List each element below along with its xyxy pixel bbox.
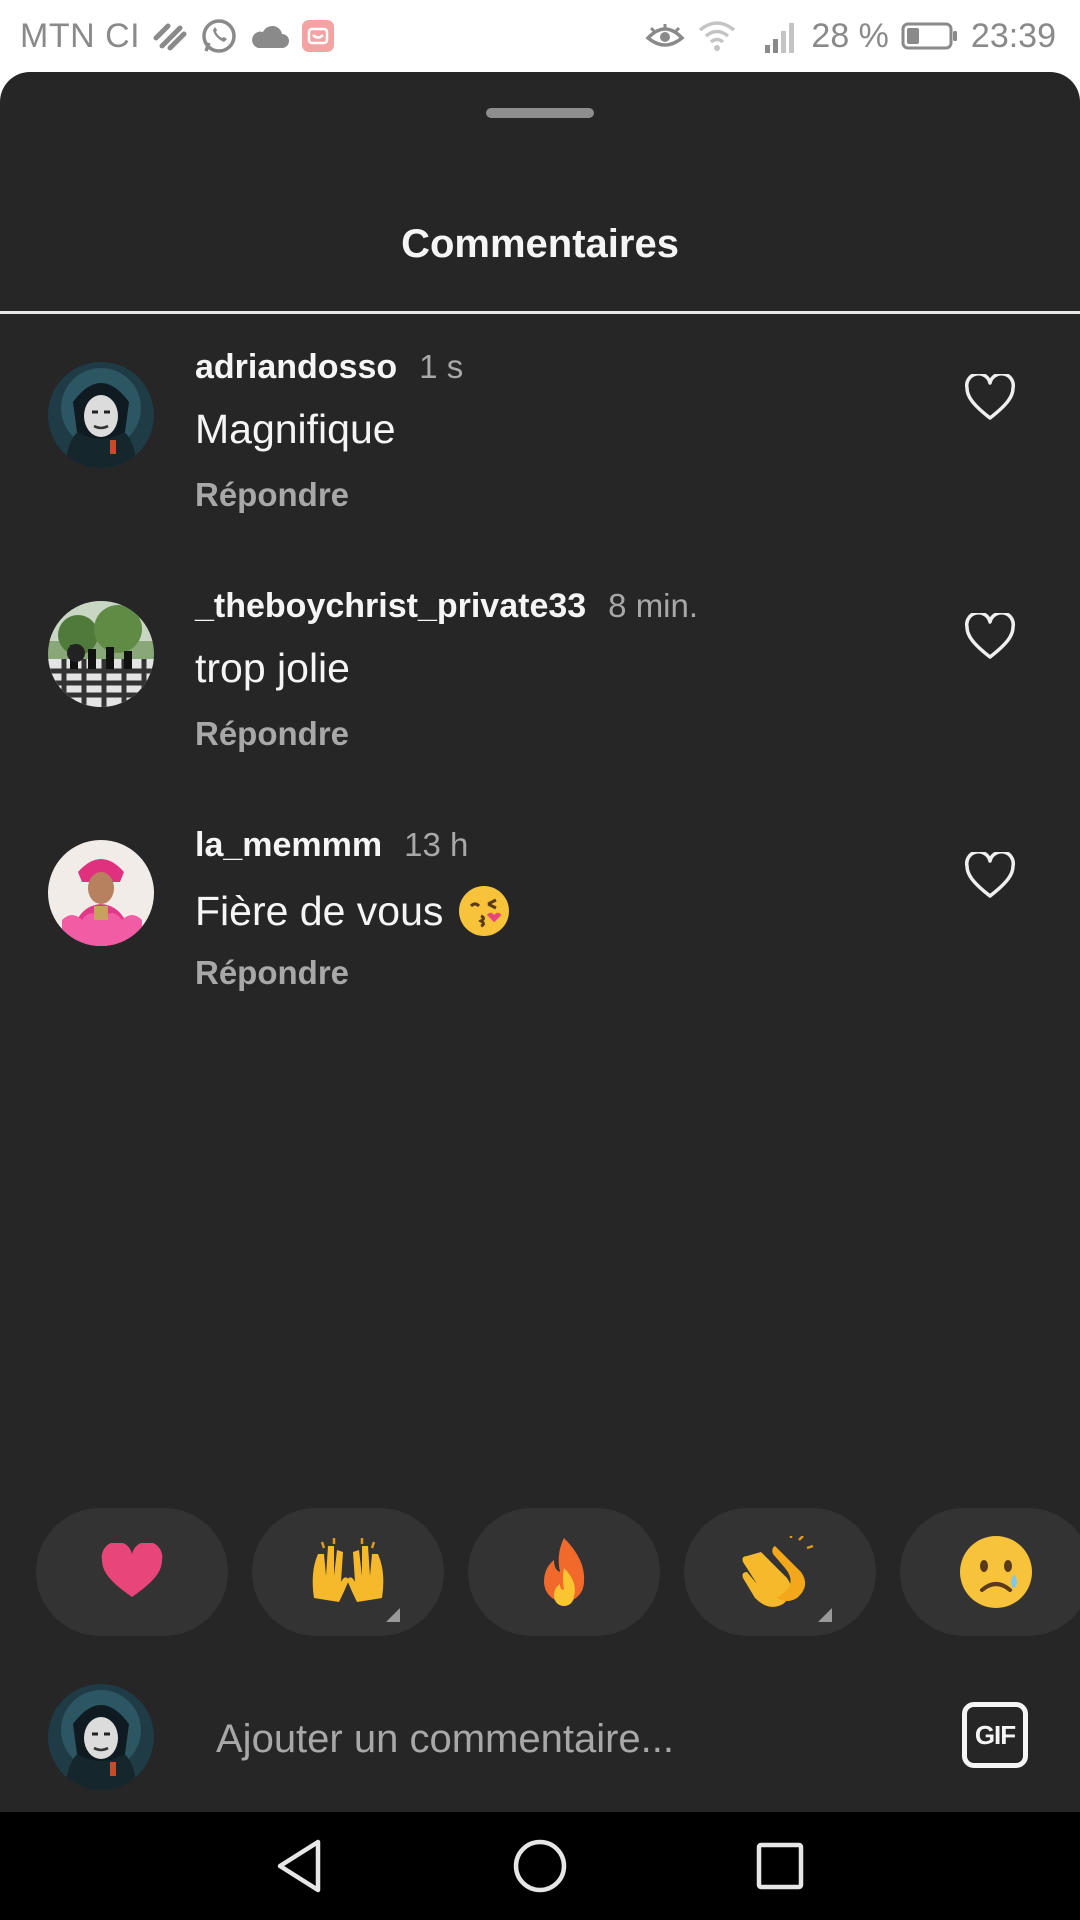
signal-icon — [763, 19, 799, 53]
raising-hands-emoji-icon — [312, 1538, 384, 1602]
reaction-fire-button[interactable] — [468, 1508, 660, 1636]
comment-username[interactable]: _theboychrist_private33 — [195, 587, 586, 626]
quick-reactions-bar — [0, 1508, 1080, 1636]
whatsapp-icon — [200, 17, 238, 55]
clock: 23:39 — [970, 16, 1056, 55]
drag-handle[interactable] — [486, 108, 594, 118]
comment-input[interactable] — [216, 1706, 916, 1772]
like-heart-icon[interactable] — [964, 372, 1016, 422]
carrier-name: MTN CI — [20, 16, 141, 55]
reply-button[interactable]: Répondre — [195, 954, 349, 992]
cloud-icon — [250, 22, 290, 50]
reaction-raising-hands-button[interactable] — [252, 1508, 444, 1636]
comment-text-content: trop jolie — [195, 645, 350, 691]
sheet-title: Commentaires — [401, 222, 679, 266]
clapping-hands-emoji-icon — [742, 1536, 814, 1607]
system-navigation-bar — [0, 1812, 1080, 1920]
current-user-avatar — [48, 1684, 154, 1790]
comment-username[interactable]: la_memmm — [195, 826, 382, 865]
comment-meta: la_memmm 13 h — [195, 826, 468, 865]
comment-item: _theboychrist_private33 8 min. trop joli… — [0, 587, 1080, 787]
vibe-icon — [152, 20, 188, 52]
more-variants-indicator — [386, 1608, 400, 1622]
title-divider — [0, 311, 1080, 314]
battery-percent: 28 % — [811, 16, 889, 55]
home-icon[interactable] — [510, 1836, 570, 1896]
comment-text: Fière de vous — [195, 884, 511, 938]
comment-timestamp: 13 h — [404, 826, 469, 863]
sad-face-emoji-icon — [960, 1536, 1032, 1608]
app-badge-icon — [302, 20, 335, 52]
status-bar-left: MTN CI — [20, 16, 335, 56]
like-heart-icon[interactable] — [964, 611, 1016, 661]
comments-sheet: Commentaires adriandosso 1 s Magnifique … — [0, 72, 1080, 1812]
comment-timestamp: 8 min. — [608, 587, 699, 624]
comment-text-content: Magnifique — [195, 406, 396, 452]
status-bar: MTN CI 28 % 23:39 — [0, 0, 1080, 72]
kissing-face-emoji-icon — [457, 884, 511, 938]
comment-meta: _theboychrist_private33 8 min. — [195, 587, 698, 626]
comment-text: trop jolie — [195, 645, 350, 692]
more-variants-indicator — [818, 1608, 832, 1622]
reaction-heart-button[interactable] — [36, 1508, 228, 1636]
recent-apps-icon[interactable] — [750, 1836, 810, 1896]
comment-item: la_memmm 13 h Fière de vous Répondre — [0, 826, 1080, 1026]
like-heart-icon[interactable] — [964, 850, 1016, 900]
comment-text: Magnifique — [195, 406, 396, 453]
comment-text-content: Fière de vous — [195, 887, 444, 934]
avatar[interactable] — [48, 840, 154, 946]
gif-button[interactable]: GIF — [962, 1702, 1028, 1768]
comment-timestamp: 1 s — [419, 348, 464, 385]
comment-meta: adriandosso 1 s — [195, 348, 463, 387]
comment-username[interactable]: adriandosso — [195, 348, 397, 387]
avatar[interactable] — [48, 362, 154, 468]
comment-item: adriandosso 1 s Magnifique Répondre — [0, 348, 1080, 548]
avatar[interactable] — [48, 601, 154, 707]
reaction-sad-face-button[interactable] — [900, 1508, 1080, 1636]
back-icon[interactable] — [270, 1836, 330, 1896]
status-bar-right: 28 % 23:39 — [645, 17, 1056, 56]
eye-icon — [645, 22, 685, 50]
comment-compose-bar: GIF — [0, 1672, 1080, 1812]
reaction-clapping-hands-button[interactable] — [684, 1508, 876, 1636]
reply-button[interactable]: Répondre — [195, 715, 349, 753]
wifi-icon — [697, 20, 737, 52]
heart-emoji-icon — [101, 1543, 163, 1597]
fire-emoji-icon — [544, 1538, 585, 1606]
battery-icon — [901, 21, 959, 51]
reply-button[interactable]: Répondre — [195, 476, 349, 514]
